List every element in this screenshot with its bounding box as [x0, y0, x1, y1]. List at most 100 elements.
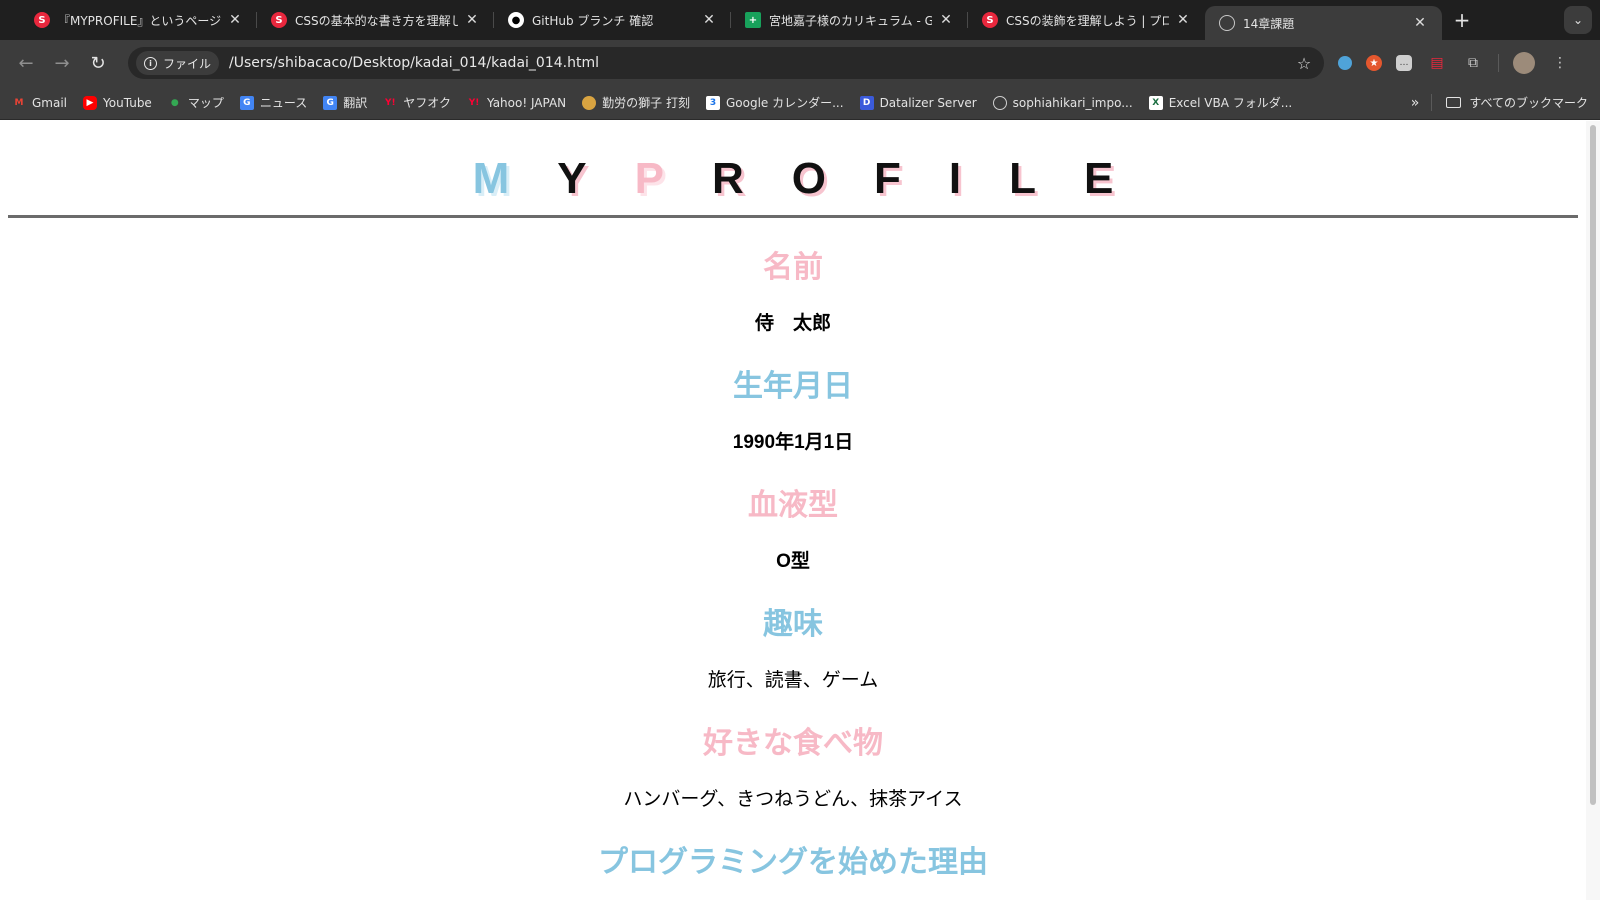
- bookmark-maps[interactable]: ● マップ: [168, 94, 224, 111]
- close-icon[interactable]: ✕: [701, 12, 717, 28]
- tab-title: CSSの基本的な書き方を理解しよ: [295, 13, 458, 28]
- arrow-right-icon: →: [54, 52, 70, 74]
- bookmark-gmail[interactable]: M Gmail: [12, 96, 68, 110]
- title-letter: F: [874, 154, 949, 203]
- tab-search-button[interactable]: ⌄: [1564, 6, 1592, 34]
- bookmark-label: 勤労の獅子 打刻: [602, 96, 690, 110]
- bookmark-yahoo-japan[interactable]: Y! Yahoo! JAPAN: [467, 96, 566, 110]
- profile-section-why-programming: プログラミングを始めた理由: [0, 843, 1586, 883]
- url-text[interactable]: /Users/shibacaco/Desktop/kadai_014/kadai…: [229, 55, 1292, 71]
- tab-css-decoration[interactable]: S CSSの装飾を理解しよう | プログ ✕: [968, 0, 1205, 40]
- samurai-icon: S: [34, 12, 50, 28]
- title-letter: E: [1084, 154, 1162, 203]
- browser-toolbar: ← → ↻ i ファイル /Users/shibacaco/Desktop/ka…: [0, 40, 1600, 86]
- section-value: ハンバーグ、きつねうどん、抹茶アイス: [623, 789, 963, 810]
- yahoo-icon: Y!: [468, 97, 480, 108]
- page-scrollbar[interactable]: [1586, 121, 1600, 900]
- web-icon: [992, 95, 1007, 110]
- profile-section-name: 名前 侍 太郎: [0, 248, 1586, 337]
- bookmark-label: Yahoo! JAPAN: [487, 95, 567, 110]
- bookmark-news[interactable]: G ニュース: [239, 94, 307, 111]
- scrollbar-thumb[interactable]: [1590, 125, 1596, 805]
- samurai-icon: S: [271, 12, 287, 28]
- bookmark-youtube[interactable]: ▶ YouTube: [83, 95, 152, 110]
- bookmark-yafuoku[interactable]: Y! ヤフオク: [383, 94, 451, 111]
- all-bookmarks-label: すべてのブックマーク: [1469, 96, 1588, 110]
- bookmark-label: マップ: [187, 96, 224, 110]
- bookmark-star-icon[interactable]: ☆: [1292, 54, 1316, 73]
- bookmark-label: Datalizer Server: [879, 95, 977, 110]
- tab-title: CSSの装飾を理解しよう | プログ: [1006, 13, 1169, 28]
- profile-avatar[interactable]: [1513, 52, 1535, 74]
- yahoo-icon: Y!: [384, 97, 396, 108]
- tab-myprofile-instructions[interactable]: S 『MYPROFILE』というページを ✕: [20, 0, 257, 40]
- sheets-icon: +: [745, 12, 761, 28]
- tab-title: 宮地嘉子様のカリキュラム - Goo: [769, 13, 932, 28]
- tab-curriculum-sheet[interactable]: + 宮地嘉子様のカリキュラム - Goo ✕: [731, 0, 968, 40]
- more-menu-icon[interactable]: ⋮: [1549, 52, 1571, 74]
- reload-icon: ↻: [90, 52, 106, 74]
- title-letter: M: [472, 154, 558, 203]
- star-extension-icon[interactable]: ★: [1366, 55, 1382, 71]
- close-icon[interactable]: ✕: [938, 12, 954, 28]
- chevron-down-icon: ⌄: [1572, 13, 1584, 27]
- title-letter: L: [1009, 154, 1085, 203]
- bookmark-label: ヤフオク: [403, 96, 452, 110]
- reload-button[interactable]: ↻: [82, 47, 114, 79]
- section-heading: プログラミングを始めた理由: [598, 846, 988, 879]
- bookmark-label: Google カレンダー...: [725, 96, 844, 110]
- bookmark-label: sophiahikari_impo...: [1012, 95, 1133, 110]
- close-icon[interactable]: ✕: [1412, 15, 1428, 31]
- puzzle-icon[interactable]: ⧉: [1462, 52, 1484, 74]
- all-bookmarks-button[interactable]: すべてのブックマーク: [1431, 94, 1588, 111]
- page-title: MYPROFILE: [0, 149, 1586, 209]
- tab-css-basics[interactable]: S CSSの基本的な書き方を理解しよ ✕: [257, 0, 494, 40]
- section-value: 旅行、読書、ゲーム: [707, 670, 879, 691]
- section-heading: 名前: [763, 251, 823, 284]
- profile-section-blood-type: 血液型 O型: [0, 486, 1586, 575]
- section-heading: 趣味: [763, 608, 823, 641]
- bookmark-translate[interactable]: G 翻訳: [323, 94, 367, 111]
- printer-extension-icon[interactable]: ▤: [1426, 52, 1448, 74]
- back-button[interactable]: ←: [10, 47, 42, 79]
- tab-active-14shou[interactable]: 14章課題 ✕: [1205, 6, 1442, 40]
- folder-icon: [1446, 97, 1462, 108]
- tab-github-branch[interactable]: ● GitHub ブランチ 確認 ✕: [494, 0, 731, 40]
- forward-button[interactable]: →: [46, 47, 78, 79]
- globe-icon: [1219, 15, 1235, 31]
- bookmark-sophia[interactable]: sophiahikari_impo...: [992, 95, 1133, 110]
- chevron-double-right-icon[interactable]: »: [1411, 95, 1420, 111]
- site-info-label: ファイル: [163, 56, 212, 71]
- title-letter: Y: [557, 154, 635, 203]
- news-icon: G: [239, 95, 254, 110]
- tab-title: GitHub ブランチ 確認: [532, 13, 654, 28]
- title-letter: I: [948, 154, 1010, 203]
- profile-section-favorite-food: 好きな食べ物 ハンバーグ、きつねうどん、抹茶アイス: [0, 724, 1586, 813]
- datalizer-icon: D: [859, 95, 874, 110]
- section-value: 1990年1月1日: [732, 432, 854, 453]
- excel-icon: X: [1148, 95, 1163, 110]
- section-value: O型: [776, 551, 810, 572]
- tab-title: 14章課題: [1243, 16, 1295, 31]
- close-icon[interactable]: ✕: [227, 12, 243, 28]
- translate-icon: G: [323, 95, 338, 110]
- section-heading: 血液型: [748, 489, 838, 522]
- bookmark-excel-vba[interactable]: X Excel VBA フォルダ...: [1148, 94, 1292, 111]
- lion-icon: [582, 95, 597, 110]
- close-icon[interactable]: ✕: [1175, 12, 1191, 28]
- bookmark-label: 翻訳: [343, 96, 368, 110]
- bookmark-kinrou[interactable]: 勤労の獅子 打刻: [582, 94, 690, 111]
- bookmark-calendar[interactable]: 3 Google カレンダー...: [705, 94, 844, 111]
- profile-section-hobby: 趣味 旅行、読書、ゲーム: [0, 605, 1586, 694]
- site-info-chip[interactable]: i ファイル: [136, 51, 220, 75]
- samurai-icon: S: [982, 12, 998, 28]
- title-letter: P: [634, 154, 712, 203]
- youtube-icon: ▶: [83, 95, 98, 110]
- close-icon[interactable]: ✕: [464, 12, 480, 28]
- calendar-icon: 3: [705, 95, 720, 110]
- lens-extension-icon[interactable]: [1338, 56, 1352, 70]
- address-bar[interactable]: i ファイル /Users/shibacaco/Desktop/kadai_01…: [128, 47, 1324, 79]
- chat-extension-icon[interactable]: …: [1396, 55, 1412, 71]
- bookmark-datalizer[interactable]: D Datalizer Server: [859, 95, 977, 110]
- new-tab-button[interactable]: +: [1442, 0, 1482, 40]
